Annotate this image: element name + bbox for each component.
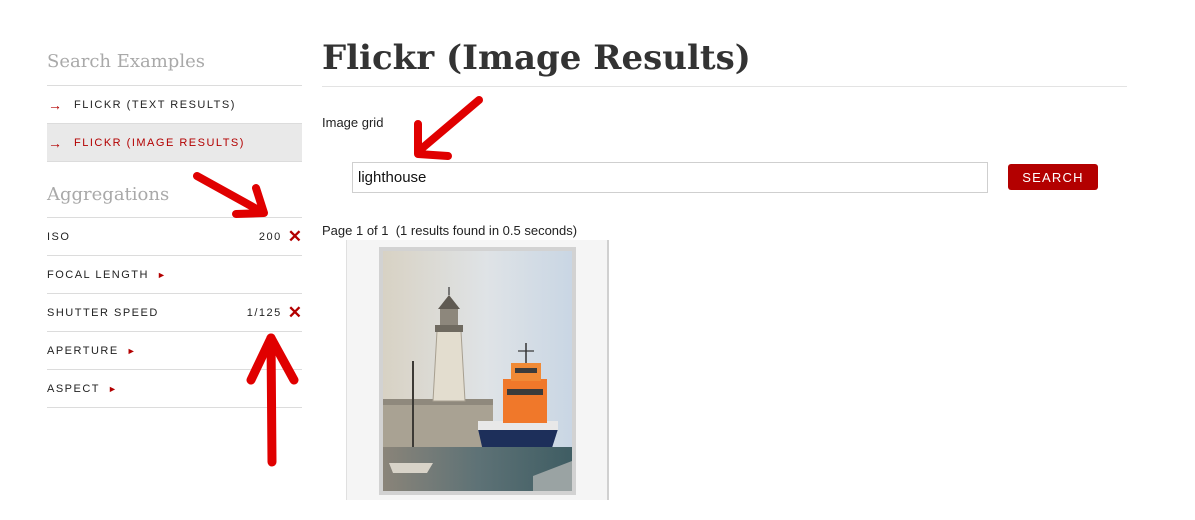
paging-status: Page 1 of 1 (1 results found in 0.5 seco…: [322, 223, 578, 238]
expand-triangle-icon: ►: [126, 345, 136, 356]
remove-filter-icon[interactable]: ✕: [288, 304, 302, 321]
aggregation-label: ASPECT: [47, 382, 101, 395]
search-button[interactable]: SEARCH: [1008, 164, 1098, 190]
example-flickr-image-results[interactable]: → FLICKR (IMAGE RESULTS): [47, 124, 302, 162]
aggregation-value: 200: [258, 230, 282, 243]
aggregation-label: ISO: [47, 230, 71, 243]
aggregation-value: 1/125: [246, 306, 282, 319]
main-content: Flickr (Image Results) Image grid SEARCH…: [322, 0, 1127, 500]
aggregation-aspect[interactable]: ASPECT ►: [47, 370, 302, 408]
result-card[interactable]: [346, 240, 609, 500]
example-flickr-text-results[interactable]: → FLICKR (TEXT RESULTS): [47, 86, 302, 124]
expand-triangle-icon: ►: [108, 383, 117, 394]
right-arrow-icon: →: [48, 134, 62, 151]
image-grid-label: Image grid: [322, 115, 384, 130]
aggregations-heading: Aggregations: [47, 162, 302, 218]
search-examples-heading: Search Examples: [47, 0, 302, 86]
annotation-arrow-shaft: [416, 96, 483, 154]
aggregation-shutter-speed: SHUTTER SPEED 1/125 ✕: [47, 294, 302, 332]
aggregation-label: SHUTTER SPEED: [47, 306, 159, 319]
aggregation-label: FOCAL LENGTH: [47, 268, 149, 281]
aggregation-focal-length[interactable]: FOCAL LENGTH ►: [47, 256, 302, 294]
example-label: FLICKR (TEXT RESULTS): [74, 98, 236, 111]
sidebar: Search Examples → FLICKR (TEXT RESULTS) …: [47, 0, 302, 408]
search-input[interactable]: [352, 162, 988, 193]
right-arrow-icon: →: [48, 96, 62, 113]
aggregation-iso: ISO 200 ✕: [47, 218, 302, 256]
remove-filter-icon[interactable]: ✕: [288, 228, 302, 245]
aggregation-aperture[interactable]: APERTURE ►: [47, 332, 302, 370]
lighthouse-lifeboat-photo[interactable]: [379, 247, 576, 495]
expand-triangle-icon: ►: [156, 269, 166, 280]
example-label: FLICKR (IMAGE RESULTS): [74, 136, 245, 149]
page-title: Flickr (Image Results): [322, 0, 1127, 87]
annotation-arrow-head: [414, 120, 452, 160]
aggregation-label: APERTURE: [47, 344, 119, 357]
photo-image: [383, 251, 572, 491]
